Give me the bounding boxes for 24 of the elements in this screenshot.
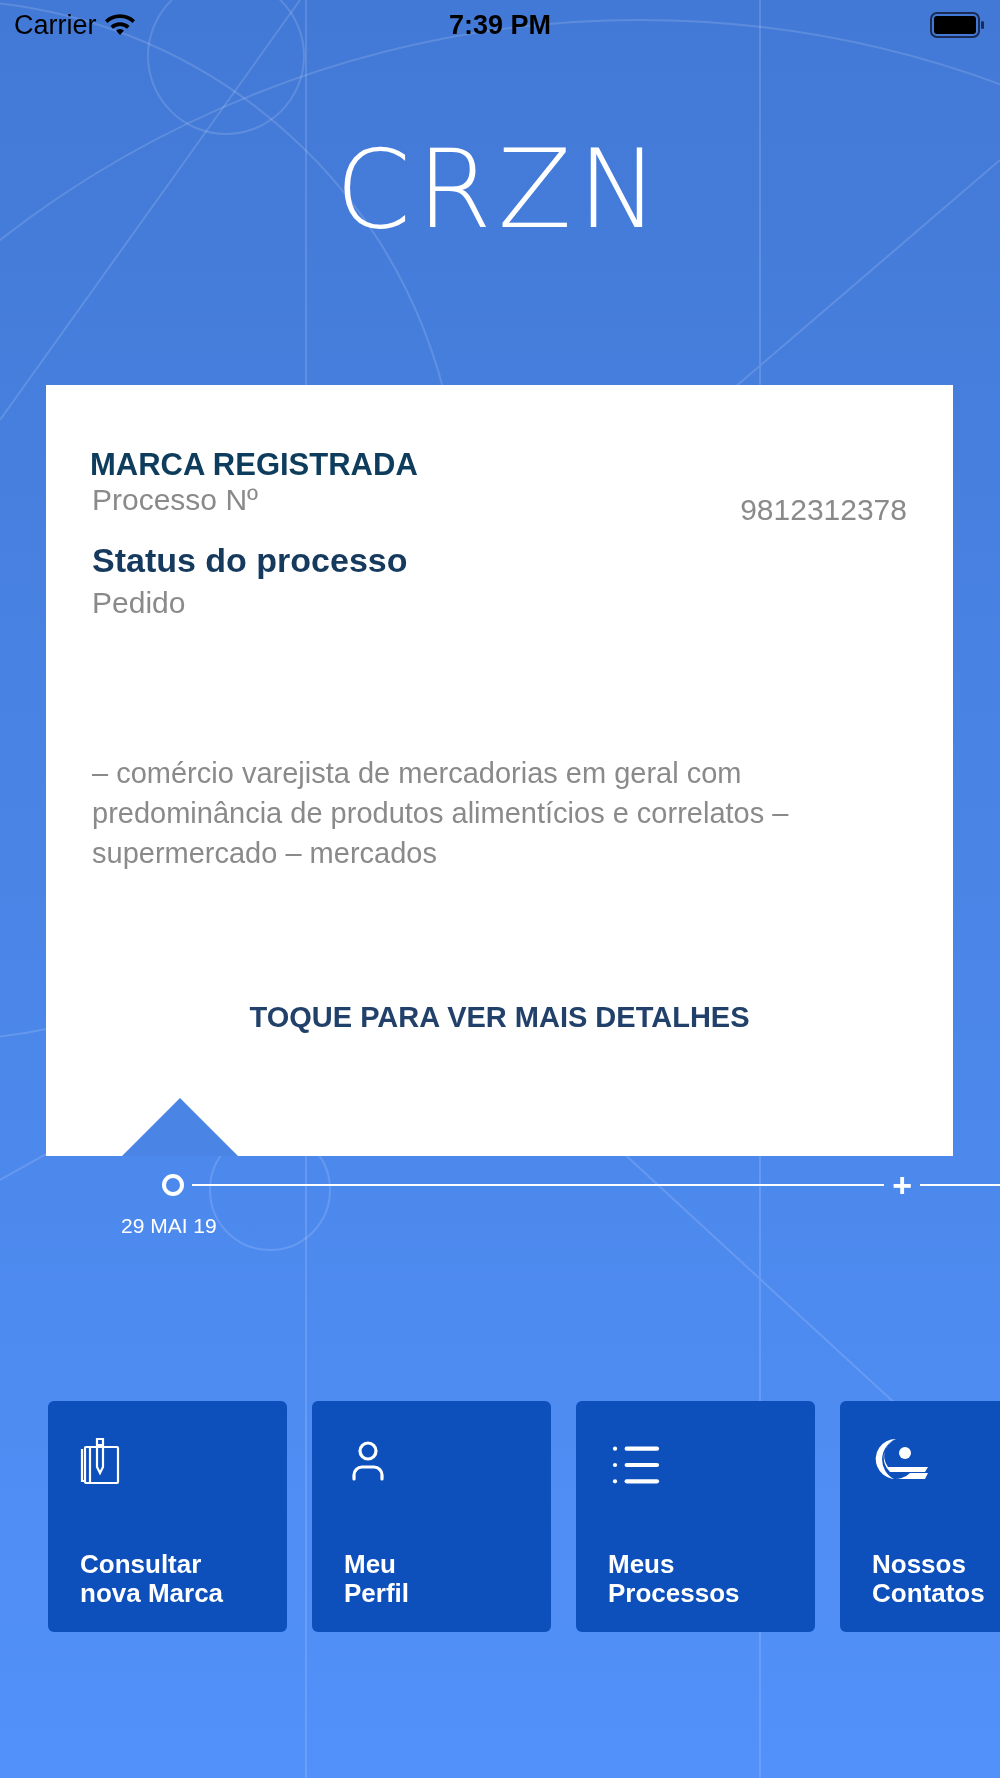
status-value: Pedido [92, 586, 187, 620]
tile-label: Meus Processos [608, 1550, 740, 1608]
logo: CRZN [335, 136, 665, 244]
tile-label: Meu Perfil [344, 1550, 410, 1608]
menu-tile[interactable]: Meu Perfil [312, 1401, 551, 1632]
details-link[interactable]: TOQUE PARA VER MAIS DETALHES [249, 1001, 750, 1034]
card-category: MARCA REGISTRADA [90, 447, 419, 483]
notebook-pencil-icon [80, 1437, 120, 1485]
menu-tile[interactable]: Nossos Contatos [840, 1401, 1000, 1632]
menu-tile[interactable]: Meus Processos [576, 1401, 815, 1632]
process-number: 9812312378 [740, 493, 907, 527]
tile-label: Consultar nova Marca [80, 1550, 224, 1608]
menu-tile[interactable]: Consultar nova Marca [48, 1401, 287, 1632]
status-title: Status do processo [92, 541, 409, 580]
timeline-date: 29 MAI 19 [121, 1214, 217, 1238]
process-label: Processo Nº [92, 483, 258, 517]
status-time: 7:39 PM [449, 9, 552, 41]
battery-icon [930, 12, 986, 38]
carrier-name: Carrier [14, 9, 97, 41]
wifi-icon [104, 14, 135, 36]
process-card[interactable] [46, 385, 953, 1156]
tile-label: Nossos Contatos [872, 1550, 985, 1608]
timeline-dot[interactable] [162, 1174, 184, 1196]
process-description: – comércio varejista de mercadorias em geral com predominância de produtos alimentícios e correlatos – supermercado – mercados [92, 756, 790, 871]
